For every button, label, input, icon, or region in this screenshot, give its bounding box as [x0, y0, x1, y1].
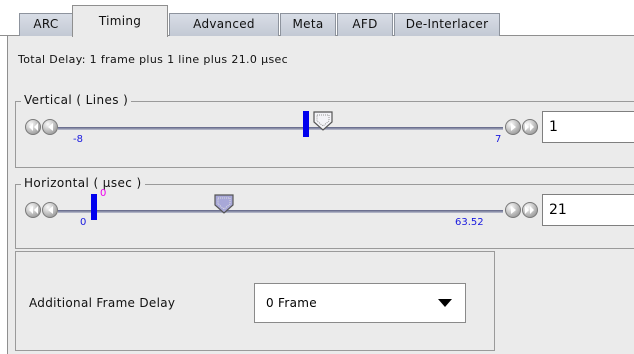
vertical-first-button[interactable]: [25, 119, 41, 135]
vertical-min-label: -8: [73, 134, 83, 145]
double-right-arrow-icon: [525, 123, 534, 131]
right-arrow-icon: [510, 206, 516, 214]
caret-down-icon: [438, 299, 452, 307]
horizontal-max-label: 63.52: [455, 217, 484, 228]
vertical-max-label: 7: [495, 134, 502, 145]
horizontal-slider-thumb[interactable]: [213, 193, 235, 215]
frame-delay-selected: 0 Frame: [266, 296, 317, 310]
vertical-value-input[interactable]: 1: [542, 111, 634, 143]
horizontal-group: Horizontal ( µsec ) 0 0 63.52 21: [15, 176, 634, 249]
horizontal-first-button[interactable]: [25, 202, 41, 218]
vertical-group-title: Vertical ( Lines ): [21, 93, 132, 107]
vertical-next-button[interactable]: [505, 119, 521, 135]
vertical-prev-button[interactable]: [42, 119, 58, 135]
tab-meta[interactable]: Meta: [280, 13, 336, 36]
vertical-group: Vertical ( Lines ) -8 7 1: [15, 93, 634, 168]
tab-de-interlacer[interactable]: De-Interlacer: [394, 13, 500, 36]
left-arrow-icon: [47, 206, 53, 214]
double-left-arrow-icon: [29, 206, 38, 214]
vertical-last-button[interactable]: [522, 119, 538, 135]
horizontal-next-button[interactable]: [505, 202, 521, 218]
horizontal-min-label: 0: [80, 217, 87, 228]
total-delay-text: Total Delay: 1 frame plus 1 line plus 21…: [18, 53, 289, 66]
horizontal-marker-label: 0: [100, 188, 107, 199]
double-right-arrow-icon: [525, 206, 534, 214]
timing-panel: Total Delay: 1 frame plus 1 line plus 21…: [7, 36, 634, 354]
horizontal-slider-track[interactable]: [58, 210, 503, 213]
left-arrow-icon: [47, 123, 53, 131]
double-left-arrow-icon: [29, 123, 38, 131]
tab-afd[interactable]: AFD: [337, 13, 393, 36]
vertical-slider-track[interactable]: [58, 127, 503, 130]
frame-delay-group: Additional Frame Delay 0 Frame: [15, 251, 495, 351]
right-arrow-icon: [510, 123, 516, 131]
frame-delay-dropdown[interactable]: 0 Frame: [254, 283, 466, 323]
vertical-current-marker: [303, 111, 309, 137]
tab-arc[interactable]: ARC: [19, 13, 73, 36]
tab-timing[interactable]: Timing: [72, 5, 168, 37]
vertical-slider-thumb[interactable]: [312, 110, 334, 132]
horizontal-last-button[interactable]: [522, 202, 538, 218]
horizontal-current-marker: [91, 194, 97, 220]
horizontal-value-input[interactable]: 21: [542, 194, 634, 226]
frame-delay-label: Additional Frame Delay: [29, 296, 176, 310]
horizontal-group-title: Horizontal ( µsec ): [21, 176, 145, 190]
tab-strip: ARC Timing Advanced Meta AFD De-Interlac…: [0, 0, 634, 37]
horizontal-prev-button[interactable]: [42, 202, 58, 218]
tab-advanced[interactable]: Advanced: [169, 13, 279, 36]
